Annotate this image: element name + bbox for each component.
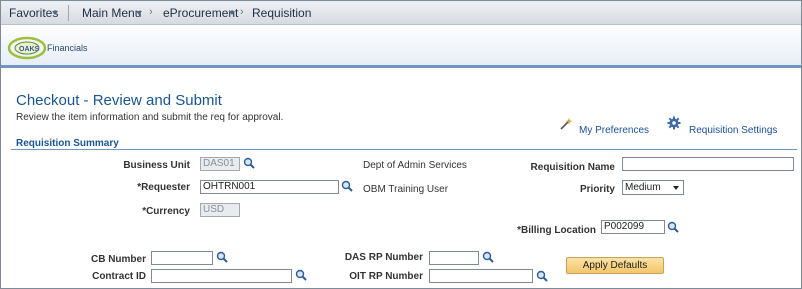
billing-location-label: *Billing Location — [517, 225, 596, 236]
favorites-menu[interactable]: Favorites — [9, 6, 58, 20]
search-icon[interactable] — [295, 269, 307, 281]
contract-id-input[interactable] — [151, 269, 292, 283]
billing-location-input[interactable]: P002099 — [601, 220, 665, 234]
business-unit-label: Business Unit — [123, 160, 190, 171]
logo-text: Financials — [47, 43, 88, 53]
chevron-down-icon — [673, 186, 679, 190]
requester-input[interactable]: OHTRN001 — [200, 180, 339, 194]
my-preferences-link[interactable]: My Preferences — [579, 125, 649, 136]
nav-separator — [68, 5, 69, 21]
apply-defaults-button[interactable]: Apply Defaults — [566, 257, 664, 274]
main-menu-dropdown-icon[interactable] — [136, 11, 142, 15]
favorites-dropdown-icon[interactable] — [52, 11, 58, 15]
das-rp-number-label: DAS RP Number — [344, 252, 423, 263]
gear-icon[interactable] — [667, 116, 681, 130]
main-menu[interactable]: Main Menu — [82, 6, 141, 20]
cb-number-label: CB Number — [90, 254, 146, 265]
das-rp-number-input[interactable] — [429, 251, 479, 265]
priority-select[interactable]: Medium — [622, 180, 684, 195]
section-divider — [11, 149, 797, 150]
requester-label: *Requester — [137, 182, 190, 193]
requisition-name-input[interactable] — [622, 157, 794, 171]
business-unit-description: Dept of Admin Services — [363, 160, 467, 171]
requisition-summary-heading: Requisition Summary — [16, 138, 119, 149]
breadcrumb-eprocurement[interactable]: eProcurement — [163, 6, 238, 20]
magic-wand-icon[interactable] — [559, 117, 573, 131]
search-icon[interactable] — [243, 157, 255, 169]
currency-field: USD — [200, 203, 240, 217]
contract-id-label: Contract ID — [92, 271, 146, 282]
priority-label: Priority — [579, 184, 615, 195]
requisition-name-label: Requisition Name — [530, 162, 615, 173]
header-banner — [1, 25, 801, 65]
breadcrumb-requisition[interactable]: Requisition — [252, 6, 311, 20]
breadcrumb-chevron-icon: › — [240, 6, 244, 18]
currency-label: *Currency — [142, 206, 190, 217]
search-icon[interactable] — [216, 251, 228, 263]
oit-rp-number-label: OIT RP Number — [349, 271, 423, 282]
oaks-financials-logo: OAKS Financials — [7, 36, 88, 60]
priority-selected-value: Medium — [625, 182, 661, 193]
page-subtitle: Review the item information and submit t… — [16, 112, 284, 123]
banner-divider — [1, 65, 801, 68]
business-unit-field: DAS01 — [200, 157, 240, 171]
cb-number-input[interactable] — [151, 251, 213, 265]
search-icon[interactable] — [667, 221, 679, 233]
page-title: Checkout - Review and Submit — [16, 92, 222, 109]
search-icon[interactable] — [341, 180, 353, 192]
oit-rp-number-input[interactable] — [429, 269, 533, 283]
requisition-settings-link[interactable]: Requisition Settings — [689, 125, 777, 136]
search-icon[interactable] — [536, 270, 548, 282]
search-icon[interactable] — [482, 251, 494, 263]
logo-mark-text: OAKS — [19, 46, 40, 53]
requester-description: OBM Training User — [363, 184, 449, 195]
eprocurement-dropdown-icon[interactable] — [229, 11, 235, 15]
top-navigation-bar: Favorites Main Menu › eProcurement › Req… — [1, 1, 801, 25]
breadcrumb-chevron-icon: › — [149, 6, 153, 18]
application-window: Favorites Main Menu › eProcurement › Req… — [0, 0, 802, 289]
